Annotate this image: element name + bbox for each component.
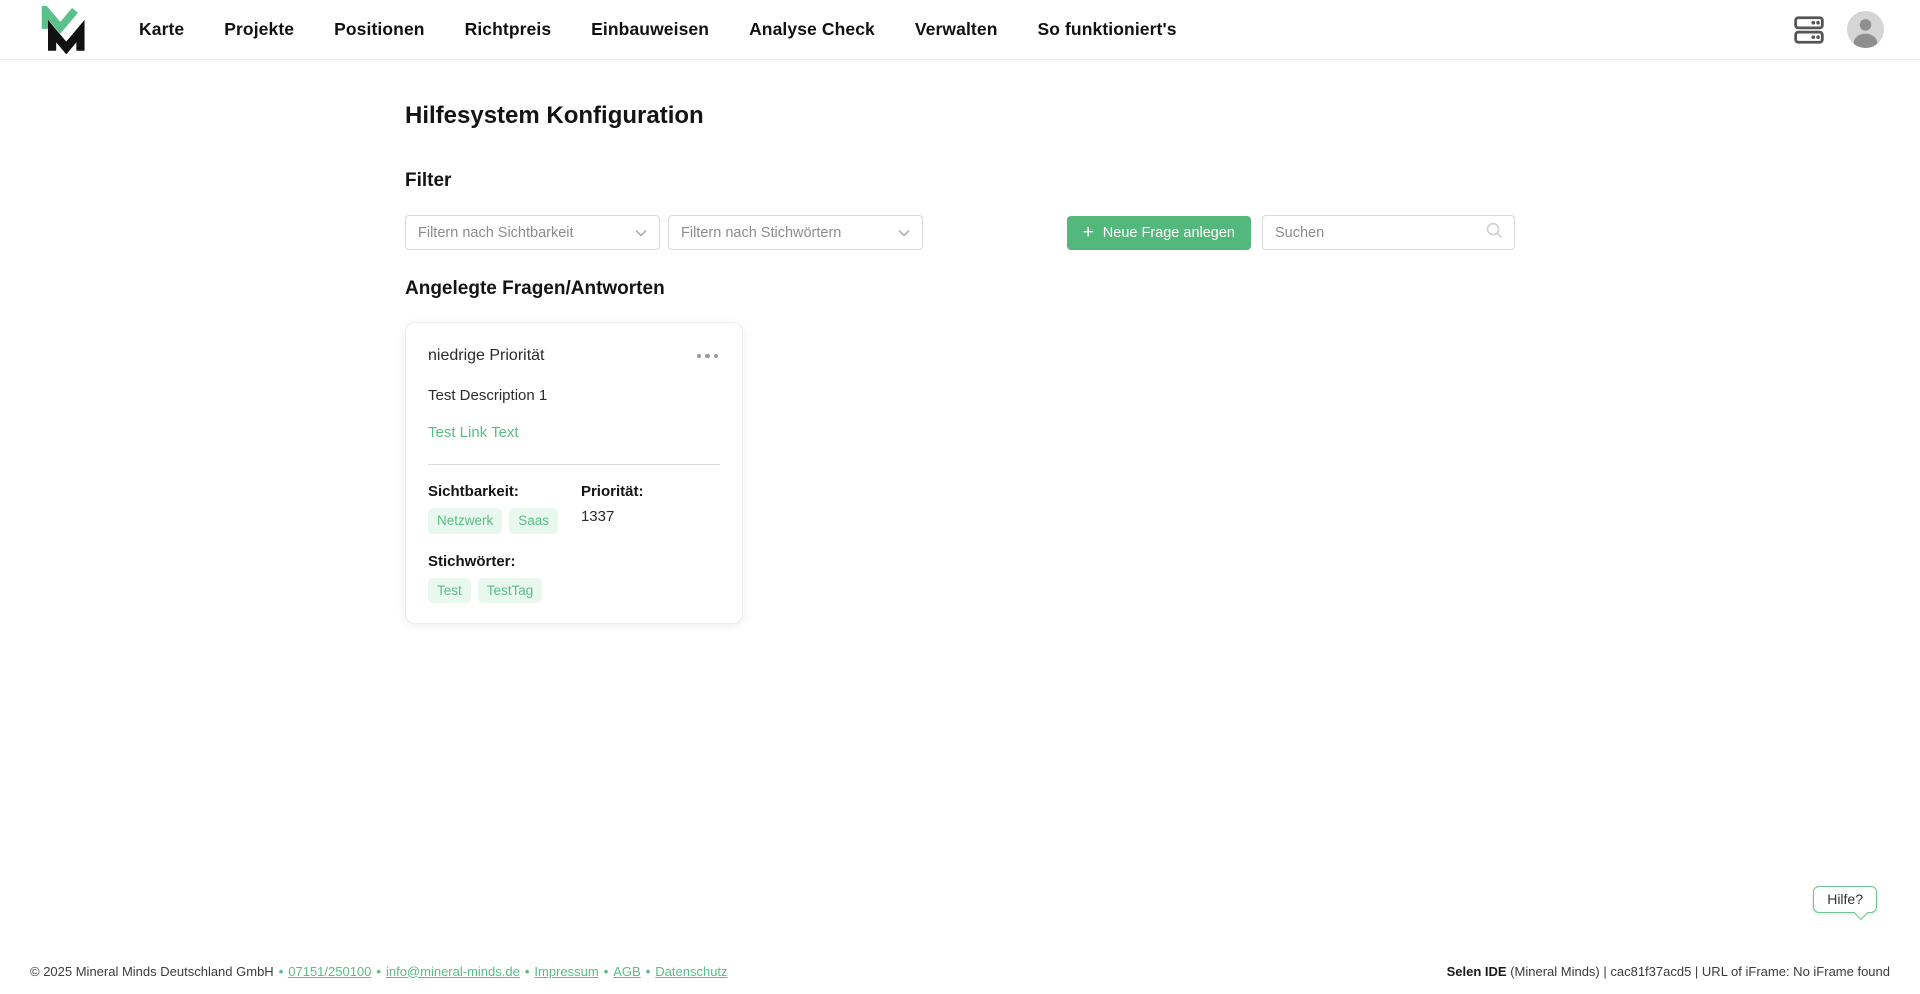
visibility-filter-placeholder: Filtern nach Sichtbarkeit <box>418 225 635 241</box>
help-button-label: Hilfe? <box>1827 891 1863 907</box>
footer: © 2025 Mineral Minds Deutschland GmbH • … <box>0 948 1920 994</box>
visibility-label: Sichtbarkeit: <box>428 483 581 500</box>
visibility-filter-select[interactable]: Filtern nach Sichtbarkeit <box>405 215 660 250</box>
footer-phone-link[interactable]: 07151/250100 <box>288 964 371 979</box>
nav-item-positionen[interactable]: Positionen <box>334 19 424 40</box>
nav-item-so-funktionierts[interactable]: So funktioniert's <box>1037 19 1176 40</box>
question-card: niedrige Priorität Test Description 1 Te… <box>405 322 743 624</box>
footer-status-text: Selen IDE (Mineral Minds) | cac81f37acd5… <box>1447 964 1890 979</box>
card-description: Test Description 1 <box>428 387 720 404</box>
keywords-filter-placeholder: Filtern nach Stichwörtern <box>681 225 898 241</box>
visibility-tag: Netzwerk <box>428 508 502 534</box>
main-content: Hilfesystem Konfiguration Filter Filtern… <box>405 102 1515 624</box>
server-icon[interactable] <box>1793 14 1825 46</box>
nav-item-projekte[interactable]: Projekte <box>224 19 294 40</box>
footer-agb-link[interactable]: AGB <box>613 964 640 979</box>
new-question-button[interactable]: + Neue Frage anlegen <box>1067 216 1251 250</box>
visibility-tag: Saas <box>509 508 558 534</box>
card-divider <box>428 464 720 465</box>
nav-item-richtpreis[interactable]: Richtpreis <box>465 19 552 40</box>
priority-value: 1337 <box>581 508 720 525</box>
filter-heading: Filter <box>405 170 1515 192</box>
footer-app-name: Selen IDE <box>1447 964 1507 979</box>
copyright-text: © 2025 Mineral Minds Deutschland GmbH <box>30 964 274 979</box>
footer-separator: • <box>646 964 651 979</box>
main-nav: Karte Projekte Positionen Richtpreis Ein… <box>139 19 1177 40</box>
logo-icon[interactable] <box>36 6 90 54</box>
footer-status-detail: (Mineral Minds) | cac81f37acd5 | URL of … <box>1507 964 1890 979</box>
keyword-tag: Test <box>428 578 471 604</box>
footer-separator: • <box>376 964 381 979</box>
plus-icon: + <box>1083 223 1094 242</box>
page-title: Hilfesystem Konfiguration <box>405 102 1515 130</box>
search-input[interactable] <box>1275 225 1485 241</box>
footer-separator: • <box>279 964 284 979</box>
chevron-down-icon <box>635 224 647 242</box>
keywords-label: Stichwörter: <box>428 553 720 570</box>
footer-datenschutz-link[interactable]: Datenschutz <box>655 964 727 979</box>
keyword-tag: TestTag <box>478 578 543 604</box>
nav-item-analyse-check[interactable]: Analyse Check <box>749 19 875 40</box>
top-nav-bar: Karte Projekte Positionen Richtpreis Ein… <box>0 0 1920 60</box>
card-title: niedrige Priorität <box>428 347 545 365</box>
nav-item-karte[interactable]: Karte <box>139 19 184 40</box>
filter-controls-row: Filtern nach Sichtbarkeit Filtern nach S… <box>405 215 1515 250</box>
keywords-filter-select[interactable]: Filtern nach Stichwörtern <box>668 215 923 250</box>
user-avatar-icon[interactable] <box>1847 11 1884 48</box>
questions-heading: Angelegte Fragen/Antworten <box>405 278 1515 300</box>
priority-label: Priorität: <box>581 483 720 500</box>
footer-separator: • <box>525 964 530 979</box>
footer-email-link[interactable]: info@mineral-minds.de <box>386 964 520 979</box>
nav-item-einbauweisen[interactable]: Einbauweisen <box>591 19 709 40</box>
nav-item-verwalten[interactable]: Verwalten <box>915 19 998 40</box>
help-button[interactable]: Hilfe? <box>1813 886 1877 913</box>
footer-impressum-link[interactable]: Impressum <box>534 964 598 979</box>
footer-separator: • <box>604 964 609 979</box>
new-question-button-label: Neue Frage anlegen <box>1103 225 1235 241</box>
chevron-down-icon <box>898 224 910 242</box>
card-link[interactable]: Test Link Text <box>428 424 519 441</box>
search-icon <box>1485 221 1504 245</box>
more-options-icon[interactable] <box>695 350 721 363</box>
search-field <box>1262 215 1515 250</box>
